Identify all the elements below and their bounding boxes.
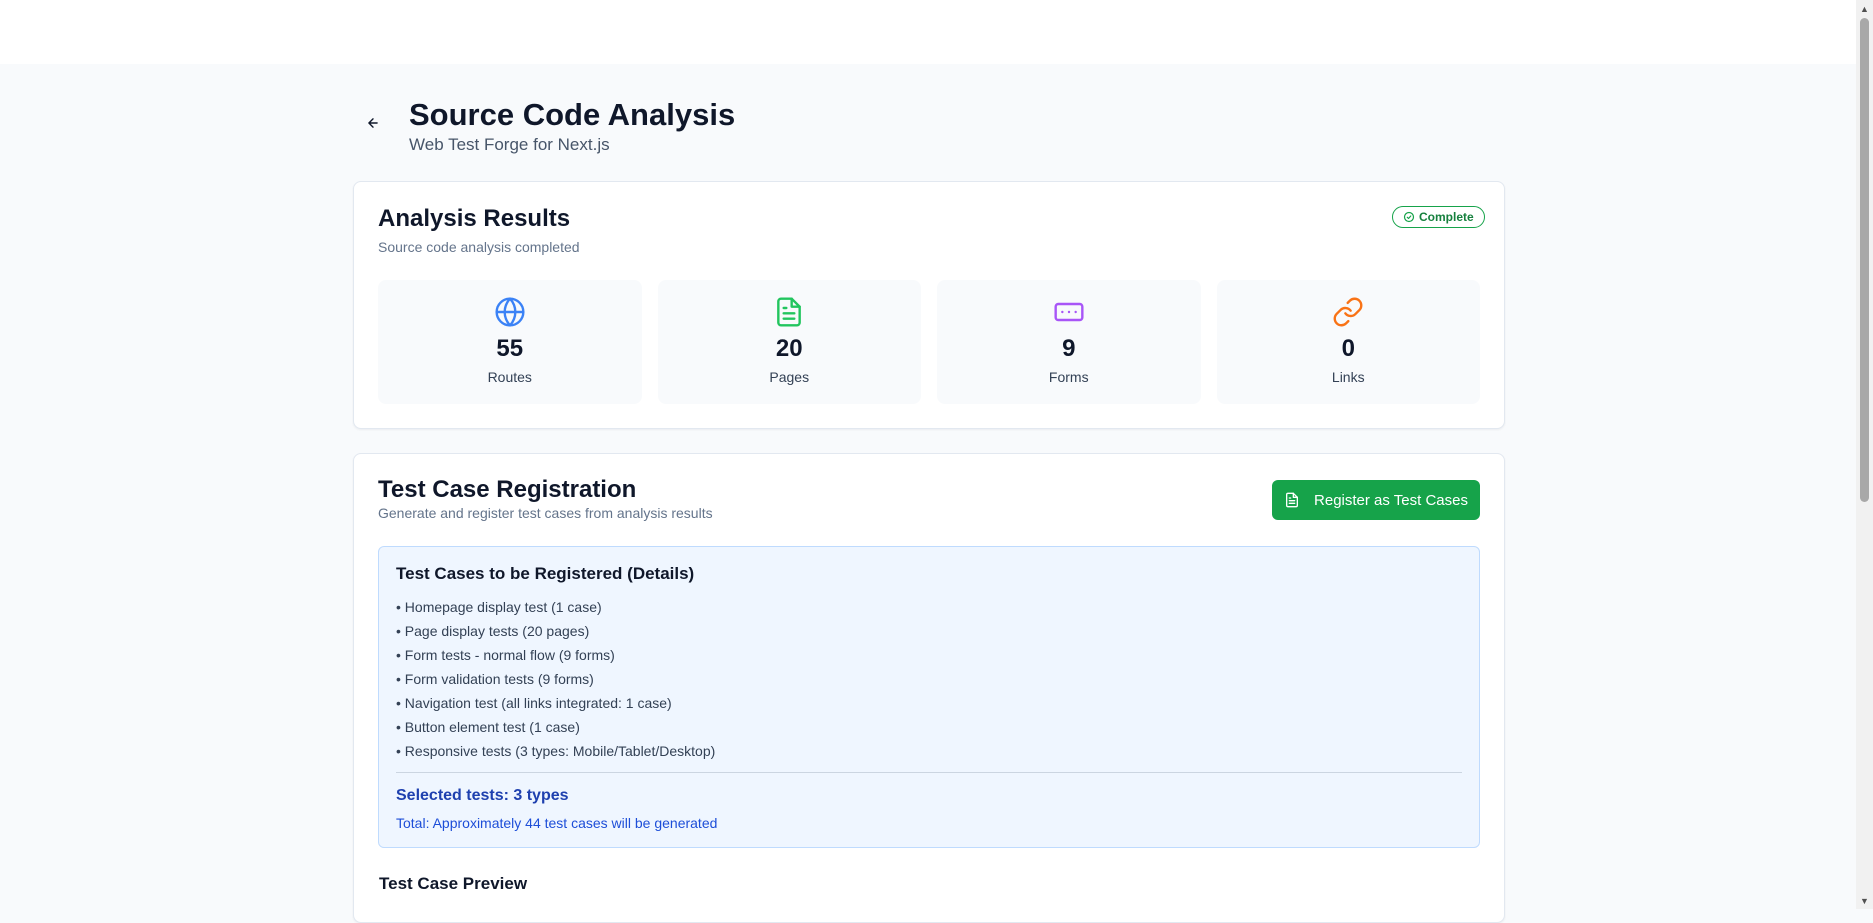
test-case-preview-title: Test Case Preview xyxy=(379,874,528,893)
test-case-registration-card: Test Case Registration Generate and regi… xyxy=(353,453,1505,923)
list-item: • Homepage display test (1 case) xyxy=(396,599,602,615)
form-input-icon xyxy=(1054,302,1084,322)
stat-value: 0 xyxy=(1341,335,1355,362)
check-circle-icon xyxy=(1403,211,1415,223)
file-text-icon xyxy=(1286,492,1299,508)
stat-links: 0 Links xyxy=(1216,280,1480,404)
globe-icon xyxy=(495,297,525,327)
page-subtitle: Web Test Forge for Next.js xyxy=(409,135,610,154)
back-button[interactable] xyxy=(361,111,385,135)
analysis-results-description: Source code analysis completed xyxy=(378,239,580,255)
link-icon xyxy=(1333,297,1363,327)
list-item: • Responsive tests (3 types: Mobile/Tabl… xyxy=(396,743,716,759)
stat-value: 55 xyxy=(496,335,524,362)
stat-value: 9 xyxy=(1062,335,1076,362)
selected-tests-summary: Selected tests: 3 types xyxy=(396,787,569,804)
stat-label: Routes xyxy=(487,369,532,385)
list-item: • Button element test (1 case) xyxy=(396,719,580,735)
stat-pages: 20 Pages xyxy=(657,280,921,404)
register-button-label: Register as Test Cases xyxy=(1314,491,1468,509)
list-item: • Form validation tests (9 forms) xyxy=(396,671,594,687)
vertical-scrollbar[interactable]: ▲ ▼ xyxy=(1856,0,1873,909)
list-item: • Navigation test (all links integrated:… xyxy=(396,695,672,711)
stat-value: 20 xyxy=(775,335,803,362)
details-list: • Homepage display test (1 case) • Page … xyxy=(396,595,715,763)
total-test-cases: Total: Approximately 44 test cases will … xyxy=(396,815,718,831)
stat-label: Pages xyxy=(769,369,810,385)
file-text-icon xyxy=(777,297,802,327)
list-item: • Form tests - normal flow (9 forms) xyxy=(396,647,615,663)
registration-title: Test Case Registration xyxy=(378,476,637,503)
status-badge: Complete xyxy=(1392,206,1485,228)
analysis-results-card: Analysis Results Source code analysis co… xyxy=(353,181,1505,429)
test-cases-details-box: Test Cases to be Registered (Details) • … xyxy=(378,546,1480,848)
register-test-cases-button[interactable]: Register as Test Cases xyxy=(1272,480,1480,520)
status-badge-label: Complete xyxy=(1419,210,1474,224)
stat-label: Forms xyxy=(1048,369,1089,385)
scroll-up-arrow-icon[interactable]: ▲ xyxy=(1856,0,1873,17)
scroll-down-arrow-icon[interactable]: ▼ xyxy=(1856,892,1873,909)
scrollbar-thumb[interactable] xyxy=(1860,18,1869,502)
analysis-results-title: Analysis Results xyxy=(378,205,571,232)
stat-label: Links xyxy=(1331,369,1365,385)
page-title: Source Code Analysis xyxy=(409,97,736,132)
registration-description: Generate and register test cases from an… xyxy=(378,505,713,521)
details-title: Test Cases to be Registered (Details) xyxy=(396,564,695,583)
stat-routes: 55 Routes xyxy=(378,280,642,404)
stats-grid: 55 Routes 20 Pages 9 Forms 0 Links xyxy=(378,280,1480,404)
top-bar xyxy=(0,0,1856,64)
divider xyxy=(396,772,1462,773)
stat-forms: 9 Forms xyxy=(937,280,1201,404)
arrow-left-icon xyxy=(368,118,378,128)
list-item: • Page display tests (20 pages) xyxy=(396,623,590,639)
